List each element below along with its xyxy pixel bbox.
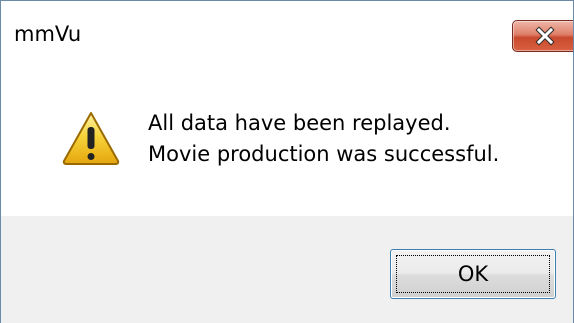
button-bar: OK [1, 216, 573, 323]
window-title: mmVu [14, 22, 82, 46]
message-box-window: mmVu All data have been replayed. Movie … [0, 0, 574, 323]
close-button[interactable] [512, 20, 574, 52]
dialog-content: All data have been replayed. Movie produ… [1, 62, 573, 216]
message-line: All data have been replayed. [148, 111, 451, 135]
ok-button[interactable]: OK [390, 249, 556, 299]
close-icon [535, 26, 555, 46]
warning-icon [62, 112, 120, 165]
message-line: Movie production was successful. [148, 142, 500, 166]
title-bar[interactable]: mmVu [0, 0, 574, 62]
dialog-message: All data have been replayed. Movie produ… [148, 108, 499, 170]
ok-button-label: OK [457, 262, 489, 286]
